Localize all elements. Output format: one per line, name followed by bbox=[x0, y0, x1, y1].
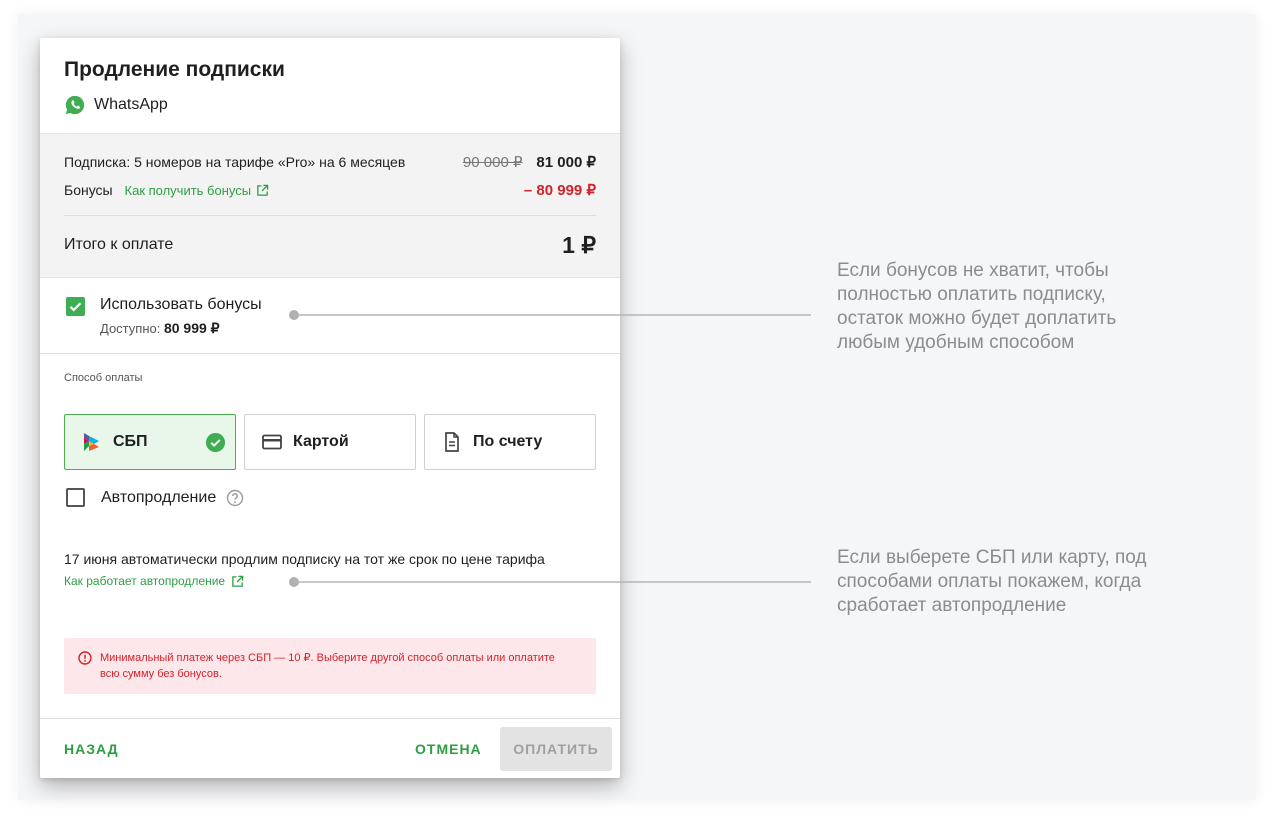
bonuses-label: Бонусы bbox=[64, 182, 113, 198]
autorenew-checkbox[interactable] bbox=[66, 488, 85, 507]
payment-methods: СБП Картой По счету bbox=[64, 414, 596, 470]
external-link-icon bbox=[257, 184, 269, 196]
document-icon bbox=[445, 432, 459, 452]
cancel-button[interactable]: ОТМЕНА bbox=[415, 741, 482, 757]
payment-method-sbp[interactable]: СБП bbox=[64, 414, 236, 470]
credit-card-icon bbox=[262, 434, 282, 450]
total-value: 1 ₽ bbox=[562, 231, 596, 258]
available-bonuses: Доступно: 80 999 ₽ bbox=[100, 320, 220, 337]
payment-method-invoice-label: По счету bbox=[473, 433, 543, 450]
how-autorenew-works-link[interactable]: Как работает автопродление bbox=[64, 574, 244, 588]
autorenew-annotation: Если выберете СБП или карту, под способа… bbox=[837, 547, 1147, 616]
dialog-title: Продление подписки bbox=[64, 58, 285, 81]
use-bonuses-label: Использовать бонусы bbox=[100, 296, 262, 313]
selected-check-icon bbox=[205, 432, 226, 453]
app-row: WhatsApp bbox=[64, 94, 168, 116]
sbp-logo-icon bbox=[84, 433, 99, 451]
bonuses-amount: – 80 999 ₽ bbox=[523, 182, 596, 199]
order-summary: Подписка: 5 номеров на тарифе «Pro» на 6… bbox=[40, 133, 620, 278]
external-link-icon bbox=[232, 575, 244, 587]
payment-method-caption: Способ оплаты bbox=[64, 372, 143, 384]
help-question-icon[interactable] bbox=[226, 489, 244, 507]
checkmark-icon bbox=[69, 302, 82, 312]
dialog-footer: НАЗАД ОТМЕНА ОПЛАТИТЬ bbox=[40, 718, 620, 778]
whatsapp-icon bbox=[65, 95, 85, 115]
bonus-note-connector bbox=[289, 310, 811, 320]
renew-subscription-dialog: Продление подписки WhatsApp Подписка: 5 … bbox=[40, 38, 620, 778]
how-to-get-bonuses-text: Как получить бонусы bbox=[124, 183, 252, 198]
total-label: Итого к оплате bbox=[64, 236, 174, 253]
payment-method-card[interactable]: Картой bbox=[244, 414, 416, 470]
how-autorenew-works-text: Как работает автопродление bbox=[64, 574, 226, 588]
payment-method-card-label: Картой bbox=[293, 433, 349, 450]
price-group: 90 000 ₽ 81 000 ₽ bbox=[463, 153, 596, 171]
available-value: 80 999 ₽ bbox=[163, 320, 220, 336]
new-price: 81 000 ₽ bbox=[536, 154, 596, 171]
autorenew-note-connector bbox=[289, 577, 811, 587]
bonus-annotation: Если бонусов не хватит, чтобы полностью … bbox=[837, 260, 1117, 353]
pay-button: ОПЛАТИТЬ bbox=[500, 727, 612, 771]
total-row: Итого к оплате 1 ₽ bbox=[64, 230, 596, 260]
autorenew-info: 17 июня автоматически продлим подписку н… bbox=[64, 551, 545, 567]
subscription-label: Подписка: 5 номеров на тарифе «Pro» на 6… bbox=[64, 154, 406, 170]
subscription-row: Подписка: 5 номеров на тарифе «Pro» на 6… bbox=[64, 152, 596, 172]
app-name: WhatsApp bbox=[94, 96, 168, 113]
payment-method-sbp-label: СБП bbox=[113, 433, 148, 450]
back-button[interactable]: НАЗАД bbox=[64, 741, 119, 757]
use-bonuses-checkbox[interactable] bbox=[66, 297, 85, 316]
summary-divider bbox=[64, 215, 596, 216]
available-label: Доступно: bbox=[100, 321, 161, 336]
autorenew-label: Автопродление bbox=[101, 488, 217, 506]
alert-circle-icon bbox=[78, 651, 92, 665]
old-price: 90 000 ₽ bbox=[462, 154, 523, 171]
error-alert: Минимальный платеж через СБП — 10 ₽. Выб… bbox=[64, 638, 596, 694]
bonuses-label-group: Бонусы Как получить бонусы bbox=[64, 182, 269, 198]
how-to-get-bonuses-link[interactable]: Как получить бонусы bbox=[125, 183, 270, 198]
bonuses-row: Бонусы Как получить бонусы – 80 999 ₽ bbox=[64, 180, 596, 200]
payment-method-invoice[interactable]: По счету bbox=[424, 414, 596, 470]
autorenew-row: Автопродление bbox=[66, 488, 244, 507]
error-text: Минимальный платеж через СБП — 10 ₽. Выб… bbox=[100, 652, 555, 680]
